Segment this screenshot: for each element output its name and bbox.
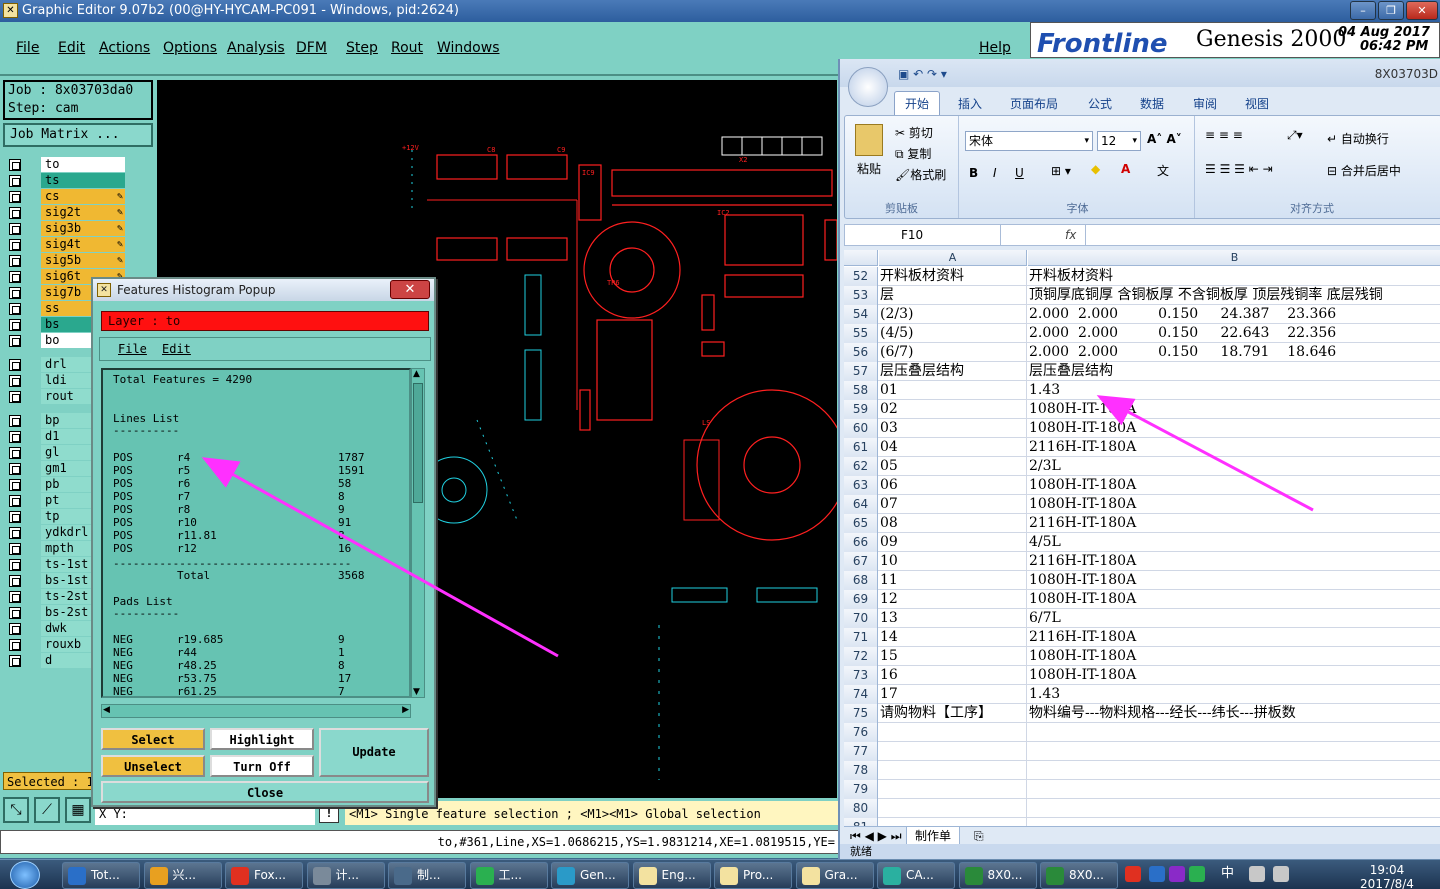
taskbar-item-8[interactable]: Pro... bbox=[714, 862, 792, 889]
taskbar-item-4[interactable]: 制... bbox=[388, 862, 466, 889]
taskbar-app-icon bbox=[883, 867, 901, 885]
taskbar-item-label: 计... bbox=[335, 868, 359, 882]
taskbar-item-7[interactable]: Eng... bbox=[632, 862, 711, 889]
taskbar-item-11[interactable]: 8X0... bbox=[958, 862, 1037, 889]
taskbar-item-0[interactable]: Tot... bbox=[62, 862, 140, 889]
taskbar-app-icon bbox=[475, 867, 494, 885]
clock-date: 2017/8/4 bbox=[1360, 877, 1414, 889]
taskbar-item-label: Tot... bbox=[91, 868, 120, 882]
taskbar-app-icon bbox=[638, 867, 657, 885]
clock[interactable]: 19:04 2017/8/4 bbox=[1352, 863, 1422, 889]
taskbar-item-label: Gra... bbox=[824, 868, 858, 882]
taskbar-app-icon bbox=[557, 867, 575, 885]
taskbar-app-icon bbox=[231, 867, 249, 885]
taskbar-item-12[interactable]: 8X0... bbox=[1040, 862, 1118, 889]
windows-logo-icon bbox=[10, 861, 40, 889]
taskbar-item-3[interactable]: 计... bbox=[306, 862, 385, 889]
taskbar: Tot... 兴... Fox... 计... 制... 工... Gen... Eng...… bbox=[0, 859, 1440, 889]
tray-icon-2[interactable] bbox=[1169, 866, 1185, 882]
taskbar-item-5[interactable]: 工... bbox=[469, 862, 548, 889]
arrow-to-r4 bbox=[201, 457, 559, 658]
tray-icon-1[interactable] bbox=[1149, 866, 1165, 882]
taskbar-app-icon bbox=[720, 867, 738, 885]
taskbar-item-label: Pro... bbox=[743, 868, 774, 882]
arrow-to-143 bbox=[1096, 395, 1314, 512]
system-tray: 中 bbox=[1125, 864, 1350, 886]
taskbar-item-label: 兴... bbox=[172, 868, 196, 882]
start-button[interactable] bbox=[2, 860, 48, 889]
taskbar-item-10[interactable]: CA... bbox=[877, 862, 955, 889]
taskbar-app-icon bbox=[312, 867, 331, 885]
taskbar-app-icon bbox=[68, 867, 86, 885]
taskbar-app-icon bbox=[394, 867, 412, 885]
taskbar-item-2[interactable]: Fox... bbox=[225, 862, 303, 889]
ime-indicator[interactable]: 中 bbox=[1221, 866, 1241, 882]
taskbar-app-icon bbox=[1046, 867, 1064, 885]
taskbar-app-icon bbox=[801, 867, 820, 885]
taskbar-item-1[interactable]: 兴... bbox=[143, 862, 222, 889]
clock-time: 19:04 bbox=[1369, 863, 1405, 877]
annotation-arrows bbox=[201, 395, 1314, 658]
taskbar-item-label: 工... bbox=[498, 868, 522, 882]
taskbar-item-9[interactable]: Gra... bbox=[795, 862, 874, 889]
volume-icon[interactable] bbox=[1273, 866, 1289, 882]
taskbar-item-label: 制... bbox=[417, 868, 441, 882]
taskbar-app-icon bbox=[964, 867, 983, 885]
taskbar-app-icon bbox=[149, 867, 168, 885]
tray-icon-3[interactable] bbox=[1189, 866, 1205, 882]
network-icon[interactable] bbox=[1249, 866, 1265, 882]
taskbar-item-6[interactable]: Gen... bbox=[551, 862, 629, 889]
sogou-icon[interactable] bbox=[1125, 866, 1141, 882]
taskbar-item-label: CA... bbox=[906, 868, 934, 882]
taskbar-item-label: Eng... bbox=[661, 868, 696, 882]
taskbar-item-label: 8X0... bbox=[1069, 868, 1104, 882]
taskbar-item-label: Gen... bbox=[580, 868, 616, 882]
taskbar-item-label: 8X0... bbox=[987, 868, 1023, 882]
taskbar-item-label: Fox... bbox=[254, 868, 286, 882]
